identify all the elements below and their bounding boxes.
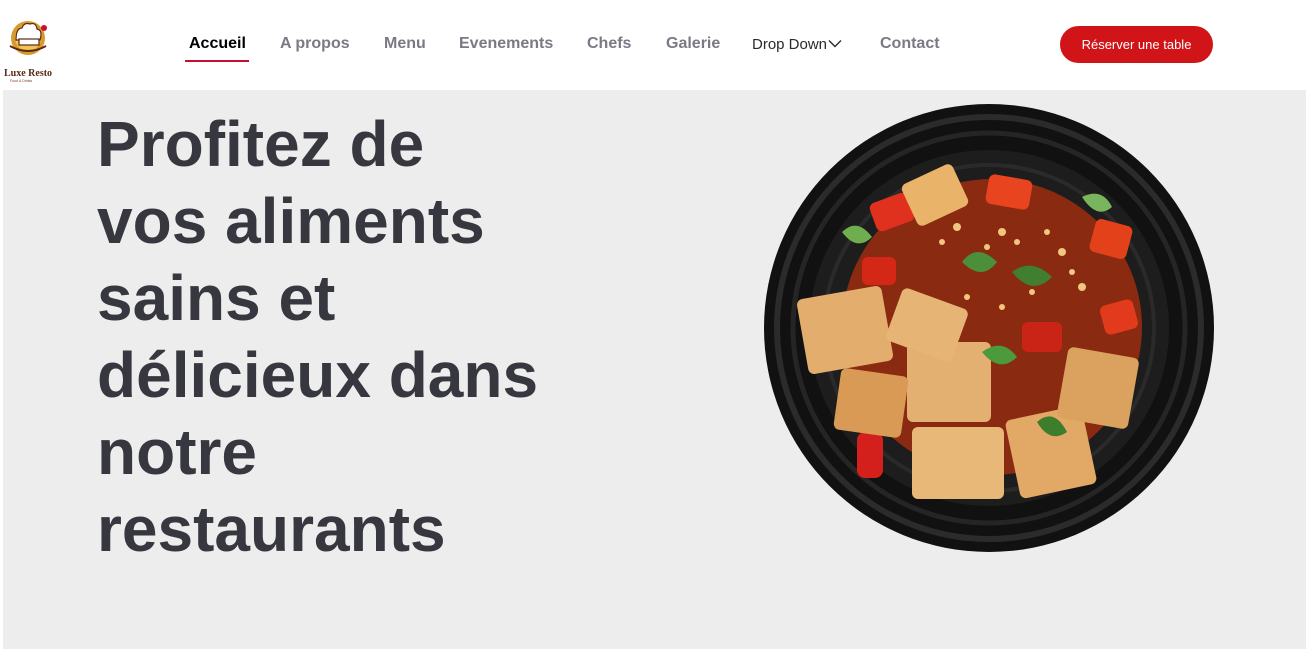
- logo-tagline: Food & Drinks: [10, 79, 33, 83]
- nav-item-contact[interactable]: Contact: [880, 35, 940, 53]
- logo[interactable]: Luxe Resto Food & Drinks: [2, 16, 54, 83]
- chevron-down-icon: [828, 40, 842, 48]
- chef-hat-logo-icon: [9, 21, 47, 55]
- nav-item-accueil[interactable]: Accueil: [189, 35, 246, 53]
- nav-item-chefs[interactable]: Chefs: [587, 35, 631, 53]
- hero-dish-image: [762, 102, 1216, 554]
- nav-item-drop-down[interactable]: Drop Down: [752, 36, 842, 53]
- hero-title-line: vos aliments: [97, 185, 485, 257]
- logo-wordmark: Luxe Resto: [4, 68, 53, 79]
- hero-title-line: notre: [97, 416, 257, 488]
- site-header: Luxe Resto Food & Drinks Accueil A propo…: [0, 0, 1306, 90]
- nav-item-a-propos[interactable]: A propos: [280, 35, 350, 53]
- hero-title-line: Profitez de: [97, 108, 425, 180]
- hero-title: Profitez de vos aliments sains et délici…: [97, 106, 567, 568]
- hero-title-line: sains et: [97, 262, 336, 334]
- active-nav-underline: [185, 60, 249, 62]
- nav-item-galerie[interactable]: Galerie: [666, 35, 720, 53]
- hero-title-line: restaurants: [97, 493, 446, 565]
- nav-item-evenements[interactable]: Evenements: [459, 35, 553, 53]
- hero-title-line: délicieux dans: [97, 339, 539, 411]
- nav-item-menu[interactable]: Menu: [384, 35, 426, 53]
- nav-item-drop-down-label: Drop Down: [752, 36, 828, 53]
- food-bowl-illustration: [764, 104, 1214, 552]
- reserve-table-button[interactable]: Réserver une table: [1060, 26, 1213, 63]
